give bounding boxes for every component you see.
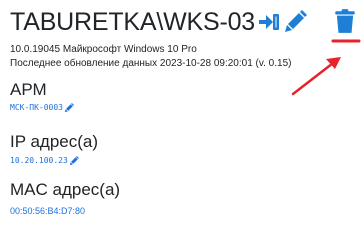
mac-label: MAC адрес(а) <box>10 180 121 199</box>
annotation-arrow-shaft <box>291 58 339 96</box>
page-title: TABURETKA\WKS-03 <box>10 8 255 36</box>
pencil-icon[interactable] <box>64 103 74 113</box>
trash-icon[interactable] <box>332 8 358 34</box>
annotation-arrow-head <box>326 57 341 69</box>
pencil-icon[interactable] <box>69 156 79 166</box>
sign-in-icon[interactable] <box>257 10 281 34</box>
ip-value[interactable]: 10.20.100.23 <box>10 156 68 166</box>
page-header: TABURETKA\WKS-03 <box>10 4 307 40</box>
ip-value-row: 10.20.100.23 <box>10 156 79 166</box>
ip-label: IP адрес(а) <box>10 132 99 151</box>
os-version: 10.0.19045 Майкрософт Windows 10 Pro <box>10 44 197 55</box>
mac-value-row: 00:50:56:B4:D7:80 <box>10 206 85 216</box>
arm-label: АРМ <box>10 80 47 99</box>
arm-value[interactable]: МСК-ПК-0003 <box>10 103 63 113</box>
last-update: Последнее обновление данных 2023-10-28 0… <box>10 58 292 69</box>
pencil-icon[interactable] <box>283 10 307 34</box>
mac-value: 00:50:56:B4:D7:80 <box>10 206 86 216</box>
arm-value-row: МСК-ПК-0003 <box>10 103 74 113</box>
